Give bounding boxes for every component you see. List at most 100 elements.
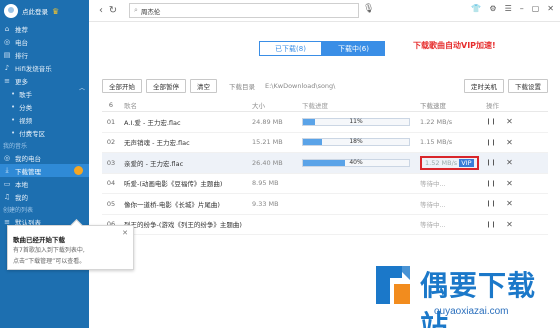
sidebar-item-label: 视频 <box>19 116 33 125</box>
pause-icon[interactable]: ❙❙ <box>486 139 496 146</box>
progress-bar: 40% <box>302 158 410 167</box>
pause-icon[interactable]: ❙❙ <box>486 221 496 228</box>
dot-icon: • <box>11 89 16 98</box>
download-dir-path[interactable]: E:\KwDownload\song\ <box>265 82 335 90</box>
dot-icon: • <box>11 102 16 111</box>
table-row[interactable]: 05 像你一道桥-电影《长城》片尾曲) 9.33 MB 等待中... ❙❙ ✕ <box>102 194 548 215</box>
sidebar-item-my-radio[interactable]: ◎ 我的电台 <box>0 151 89 164</box>
refresh-icon[interactable]: ↻ <box>107 5 119 16</box>
close-icon[interactable]: ✕ <box>122 229 128 237</box>
sidebar-item-recommend[interactable]: ⌂ 推荐 <box>0 22 89 35</box>
song-name: A.I.爱 - 王力宏.flac <box>124 118 181 127</box>
sidebar-item-label: 分类 <box>19 103 33 112</box>
dot-icon: • <box>11 128 16 137</box>
progress-percent: 18% <box>349 138 363 146</box>
song-name: 无声销魂 - 王力宏.flac <box>124 139 190 148</box>
sidebar-item-label: 歌手 <box>19 90 33 99</box>
download-speed: 等待中... <box>420 180 446 189</box>
delete-icon[interactable]: ✕ <box>506 199 513 208</box>
delete-icon[interactable]: ✕ <box>506 117 513 126</box>
progress-cell: 18% <box>302 138 420 147</box>
row-index: 02 <box>106 138 116 147</box>
tab-downloaded[interactable]: 已下载(8) <box>259 41 322 56</box>
chevron-up-icon[interactable]: ︿ <box>79 83 85 92</box>
table-row[interactable]: 06列王的纷争-(游戏《列王的纷争》主题曲)等待中...❙❙✕ <box>102 215 548 235</box>
sidebar-section-more[interactable]: ≡ 更多 <box>0 74 89 87</box>
back-icon[interactable]: ‹ <box>95 5 107 16</box>
download-speed: 等待中... <box>420 221 446 230</box>
mic-icon[interactable]: 🎙 <box>363 4 374 14</box>
header-count: 6 <box>108 101 114 109</box>
tab-downloading[interactable]: 下载中(6) <box>322 41 385 56</box>
close-icon[interactable]: ✕ <box>547 4 554 13</box>
more-icon: ≡ <box>4 76 10 85</box>
sidebar-section-created: 创建的列表 <box>3 206 34 214</box>
download-dir-label: 下载目录 <box>229 82 255 91</box>
sidebar-item-singer[interactable]: • 歌手 <box>0 87 89 100</box>
pause-icon[interactable]: ❙❙ <box>486 159 496 166</box>
sidebar-item-label: 推荐 <box>15 25 28 34</box>
download-speed: 1.52 MB/s VIP <box>420 155 484 170</box>
row-index: 05 <box>106 199 116 208</box>
clear-button[interactable]: 清空 <box>190 78 217 93</box>
pause-icon[interactable]: ❙❙ <box>486 200 496 207</box>
music-icon: ♫ <box>3 192 11 201</box>
sidebar-item-radio[interactable]: ◎ 电台 <box>0 35 89 48</box>
gear-icon[interactable]: ⚙ <box>489 4 496 13</box>
file-size: 15.21 MB <box>252 138 283 147</box>
table-body: 01 A.I.爱 - 王力宏.flac 24.89 MB 11% 1.22 MB/s ❙❙… <box>102 112 548 235</box>
login-area[interactable]: 点此登录 ♛ <box>0 0 89 22</box>
pause-icon[interactable]: ❙❙ <box>486 118 496 125</box>
popup-title: 歌曲已经开始下载 <box>13 236 65 244</box>
menu-icon[interactable]: ☰ <box>505 4 512 13</box>
timer-shutdown-button[interactable]: 定时关机 <box>464 78 504 93</box>
header-name: 歌名 <box>124 102 137 110</box>
sidebar-item-category[interactable]: • 分类 <box>0 100 89 113</box>
table-row[interactable]: 04 听爱-(动画电影《豆福传》主题曲) 8.95 MB 等待中... ❙❙ ✕ <box>102 174 548 194</box>
sidebar-item-label: 排行 <box>15 51 28 60</box>
table-row[interactable]: 02 无声销魂 - 王力宏.flac 15.21 MB 18% 1.15 MB/s ❙❙ ✕ <box>102 133 548 153</box>
start-all-button[interactable]: 全部开始 <box>102 78 142 93</box>
song-name: 亲爱的 - 王力宏.flac <box>124 159 184 168</box>
download-settings-button[interactable]: 下载设置 <box>508 78 548 93</box>
row-index: 04 <box>106 179 116 188</box>
radio-icon: ◎ <box>3 153 11 162</box>
sidebar-item-download-manager[interactable]: ⤓ 下载管理 <box>0 164 89 177</box>
pause-all-button[interactable]: 全部暂停 <box>146 78 186 93</box>
sidebar-item-local[interactable]: ▭ 本地 <box>0 177 89 190</box>
song-name: 听爱-(动画电影《豆福传》主题曲) <box>124 180 223 189</box>
progress-percent: 11% <box>349 117 363 125</box>
login-label[interactable]: 点此登录 <box>22 6 48 16</box>
table-header: 6 歌名 大小 下载进度 下载速度 操作 <box>102 99 548 112</box>
table-row[interactable]: 03 亲爱的 - 王力宏.flac 26.40 MB 40% 1.52 MB/s VIP… <box>102 153 548 174</box>
delete-icon[interactable]: ✕ <box>506 158 513 167</box>
search-value: 周杰伦 <box>140 7 161 16</box>
minimize-icon[interactable]: – <box>520 4 524 13</box>
section-label: 更多 <box>15 77 28 86</box>
sidebar-item-paid[interactable]: • 付费专区 <box>0 126 89 139</box>
pause-icon[interactable]: ❙❙ <box>486 180 496 187</box>
delete-icon[interactable]: ✕ <box>506 220 513 229</box>
sidebar-item-video[interactable]: • 视频 <box>0 113 89 126</box>
shirt-icon[interactable]: 👕 <box>471 4 481 13</box>
search-icon: ⌕ <box>134 6 138 14</box>
sidebar-item-rank[interactable]: ▤ 排行 <box>0 48 89 61</box>
sidebar: 点此登录 ♛ ⌂ 推荐 ◎ 电台 ▤ 排行 ♪ Hifi发烧音乐 ≡ 更多 ︿ • 歌手 •… <box>0 0 89 328</box>
download-speed: 等待中... <box>420 200 446 209</box>
file-size: 26.40 MB <box>252 158 283 167</box>
search-input[interactable]: ⌕ 周杰伦 <box>129 3 359 18</box>
avatar[interactable] <box>4 4 18 18</box>
delete-icon[interactable]: ✕ <box>506 138 513 147</box>
maximize-icon[interactable]: ▢ <box>532 4 540 13</box>
vip-speed-badge: VIP <box>459 158 474 167</box>
delete-icon[interactable]: ✕ <box>506 179 513 188</box>
download-speed: 1.15 MB/s <box>420 138 453 147</box>
sidebar-item-mine[interactable]: ♫ 我的 <box>0 190 89 203</box>
table-row[interactable]: 01 A.I.爱 - 王力宏.flac 24.89 MB 11% 1.22 MB/s ❙❙… <box>102 112 548 133</box>
hifi-icon: ♪ <box>4 63 10 72</box>
download-toolbar: 全部开始 全部暂停 清空 下载目录 E:\KwDownload\song\ 定时… <box>102 78 548 93</box>
row-ops: ❙❙ ✕ <box>484 199 524 208</box>
header-progress: 下载进度 <box>302 102 328 110</box>
sidebar-item-hifi[interactable]: ♪ Hifi发烧音乐 <box>0 61 89 74</box>
progress-bar: 11% <box>302 117 410 126</box>
